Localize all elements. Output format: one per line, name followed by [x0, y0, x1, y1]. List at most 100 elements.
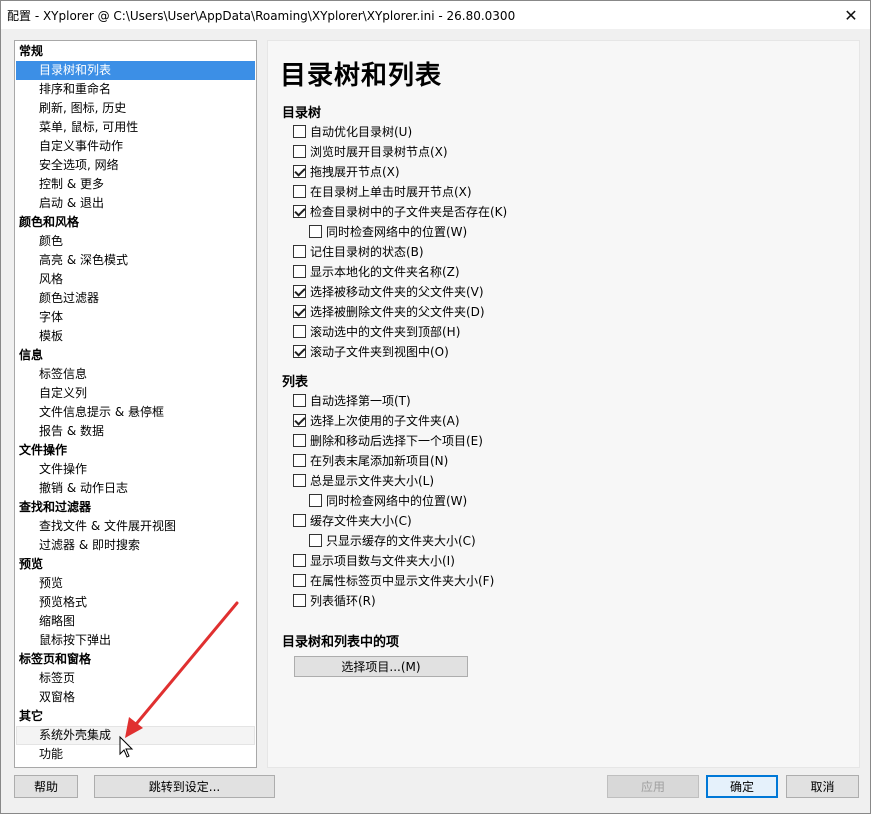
option-checkbox[interactable]: 在列表末尾添加新项目(N) — [293, 451, 448, 469]
tree-category[interactable]: 标签页和窗格 — [16, 650, 255, 669]
checked-box-icon[interactable] — [293, 304, 306, 318]
tree-item[interactable]: 启动 & 退出 — [16, 194, 255, 213]
tree-item[interactable]: 查找文件 & 文件展开视图 — [16, 517, 255, 536]
tree-item[interactable]: 标签信息 — [16, 365, 255, 384]
help-button[interactable]: 帮助 — [14, 775, 78, 798]
unchecked-box-icon[interactable] — [309, 224, 322, 238]
tree-category[interactable]: 预览 — [16, 555, 255, 574]
option-label: 删除和移动后选择下一个项目(E) — [310, 433, 483, 448]
unchecked-box-icon[interactable] — [309, 533, 322, 547]
select-items-button[interactable]: 选择项目...(M) — [294, 656, 468, 677]
unchecked-box-icon[interactable] — [293, 573, 306, 587]
tree-item[interactable]: 安全选项, 网络 — [16, 156, 255, 175]
tree-item[interactable]: 颜色过滤器 — [16, 289, 255, 308]
unchecked-box-icon[interactable] — [293, 433, 306, 447]
close-icon[interactable]: ✕ — [832, 1, 870, 29]
tree-item[interactable]: 双窗格 — [16, 688, 255, 707]
tree-item[interactable]: 报告 & 数据 — [16, 422, 255, 441]
cancel-button[interactable]: 取消 — [786, 775, 859, 798]
unchecked-box-icon[interactable] — [293, 144, 306, 158]
tree-item[interactable]: 自定义事件动作 — [16, 137, 255, 156]
config-dialog: 配置 - XYplorer @ C:\Users\User\AppData\Ro… — [0, 0, 871, 814]
tree-category[interactable]: 查找和过滤器 — [16, 498, 255, 517]
tree-item[interactable]: 字体 — [16, 308, 255, 327]
option-checkbox[interactable]: 选择上次使用的子文件夹(A) — [293, 411, 460, 429]
option-checkbox[interactable]: 滚动选中的文件夹到顶部(H) — [293, 322, 460, 340]
tree-category[interactable]: 文件操作 — [16, 441, 255, 460]
tree-item[interactable]: 自定义列 — [16, 384, 255, 403]
tree-item[interactable]: 排序和重命名 — [16, 80, 255, 99]
tree-item[interactable]: 刷新, 图标, 历史 — [16, 99, 255, 118]
jump-to-setting-button[interactable]: 跳转到设定... — [94, 775, 275, 798]
unchecked-box-icon[interactable] — [293, 513, 306, 527]
option-checkbox[interactable]: 滚动子文件夹到视图中(O) — [293, 342, 449, 360]
page-title: 目录树和列表 — [280, 61, 443, 91]
tree-item[interactable]: 颜色 — [16, 232, 255, 251]
option-checkbox[interactable]: 自动优化目录树(U) — [293, 122, 412, 140]
option-checkbox[interactable]: 检查目录树中的子文件夹是否存在(K) — [293, 202, 507, 220]
tree-item[interactable]: 缩略图 — [16, 612, 255, 631]
tree-item[interactable]: 鼠标按下弹出 — [16, 631, 255, 650]
option-checkbox[interactable]: 只显示缓存的文件夹大小(C) — [309, 531, 476, 549]
unchecked-box-icon[interactable] — [293, 264, 306, 278]
tree-item[interactable]: 预览 — [16, 574, 255, 593]
option-checkbox[interactable]: 在目录树上单击时展开节点(X) — [293, 182, 472, 200]
option-label: 滚动选中的文件夹到顶部(H) — [310, 324, 461, 339]
unchecked-box-icon[interactable] — [293, 553, 306, 567]
tree-category[interactable]: 其它 — [16, 707, 255, 726]
option-label: 在属性标签页中显示文件夹大小(F) — [310, 573, 495, 588]
tree-category[interactable]: 颜色和风格 — [16, 213, 255, 232]
option-checkbox[interactable]: 拖拽展开节点(X) — [293, 162, 400, 180]
option-checkbox[interactable]: 选择被删除文件夹的父文件夹(D) — [293, 302, 485, 320]
option-checkbox[interactable]: 同时检查网络中的位置(W) — [309, 222, 467, 240]
unchecked-box-icon[interactable] — [293, 473, 306, 487]
tree-item[interactable]: 标签页 — [16, 669, 255, 688]
option-checkbox[interactable]: 删除和移动后选择下一个项目(E) — [293, 431, 483, 449]
tree-item[interactable]: 系统外壳集成 — [16, 726, 255, 745]
tree-item[interactable]: 高亮 & 深色模式 — [16, 251, 255, 270]
tree-item[interactable]: 功能 — [16, 745, 255, 764]
option-label: 在列表末尾添加新项目(N) — [310, 453, 449, 468]
option-checkbox[interactable]: 选择被移动文件夹的父文件夹(V) — [293, 282, 484, 300]
tree-item[interactable]: 模板 — [16, 327, 255, 346]
option-checkbox[interactable]: 显示项目数与文件夹大小(I) — [293, 551, 455, 569]
tree-item[interactable]: 过滤器 & 即时搜索 — [16, 536, 255, 555]
option-checkbox[interactable]: 缓存文件夹大小(C) — [293, 511, 412, 529]
unchecked-box-icon[interactable] — [309, 493, 322, 507]
checked-box-icon[interactable] — [293, 413, 306, 427]
checked-box-icon[interactable] — [293, 284, 306, 298]
tree-item[interactable]: 风格 — [16, 270, 255, 289]
unchecked-box-icon[interactable] — [293, 184, 306, 198]
option-checkbox[interactable]: 列表循环(R) — [293, 591, 376, 609]
unchecked-box-icon[interactable] — [293, 124, 306, 138]
tree-item[interactable]: 控制 & 更多 — [16, 175, 255, 194]
tree-item[interactable]: 撤销 & 动作日志 — [16, 479, 255, 498]
unchecked-box-icon[interactable] — [293, 393, 306, 407]
option-checkbox[interactable]: 浏览时展开目录树节点(X) — [293, 142, 448, 160]
tree-item[interactable]: 文件操作 — [16, 460, 255, 479]
tree-category[interactable]: 信息 — [16, 346, 255, 365]
ok-button[interactable]: 确定 — [706, 775, 778, 798]
apply-button[interactable]: 应用 — [607, 775, 699, 798]
tree-item[interactable]: 文件信息提示 & 悬停框 — [16, 403, 255, 422]
unchecked-box-icon[interactable] — [293, 453, 306, 467]
option-label: 只显示缓存的文件夹大小(C) — [326, 533, 476, 548]
option-checkbox[interactable]: 在属性标签页中显示文件夹大小(F) — [293, 571, 494, 589]
settings-category-tree[interactable]: 常规 目录树和列表 排序和重命名 刷新, 图标, 历史 菜单, 鼠标, 可用性 自定义事件… — [14, 40, 257, 768]
unchecked-box-icon[interactable] — [293, 593, 306, 607]
tree-item[interactable]: 菜单, 鼠标, 可用性 — [16, 118, 255, 137]
checked-box-icon[interactable] — [293, 204, 306, 218]
option-checkbox[interactable]: 自动选择第一项(T) — [293, 391, 411, 409]
checked-box-icon[interactable] — [293, 164, 306, 178]
option-checkbox[interactable]: 记住目录树的状态(B) — [293, 242, 424, 260]
tree-item[interactable]: 预览格式 — [16, 593, 255, 612]
tree-item[interactable]: 目录树和列表 — [16, 61, 255, 80]
unchecked-box-icon[interactable] — [293, 324, 306, 338]
checked-box-icon[interactable] — [293, 344, 306, 358]
option-checkbox[interactable]: 同时检查网络中的位置(W) — [309, 491, 467, 509]
unchecked-box-icon[interactable] — [293, 244, 306, 258]
option-checkbox[interactable]: 显示本地化的文件夹名称(Z) — [293, 262, 460, 280]
option-checkbox[interactable]: 总是显示文件夹大小(L) — [293, 471, 434, 489]
window-title: 配置 - XYplorer @ C:\Users\User\AppData\Ro… — [7, 9, 516, 23]
tree-category[interactable]: 常规 — [16, 42, 255, 61]
